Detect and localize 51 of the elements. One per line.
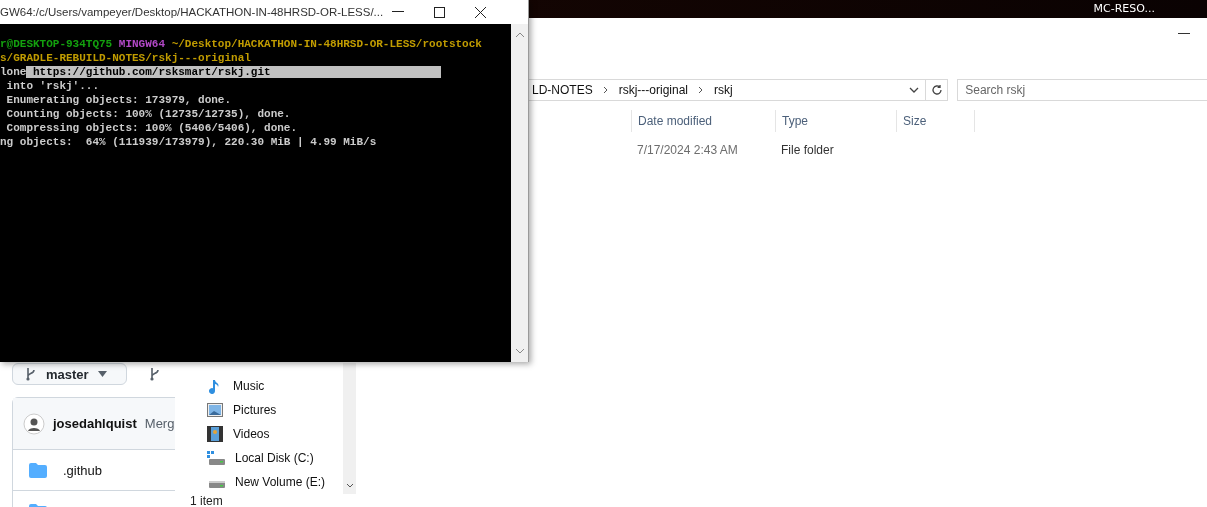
scroll-down-icon[interactable] [514,348,525,354]
refresh-button[interactable] [926,79,949,101]
film-icon [207,426,223,442]
breadcrumb-item[interactable]: rskj [714,83,733,97]
terminal-line: Compressing objects: 100% (5406/5406), done. [5,121,299,135]
branch-icon [25,367,37,381]
avatar-icon [23,412,45,435]
breadcrumb-item[interactable]: rskj---original [618,83,689,97]
nav-item[interactable]: Pictures [175,398,343,422]
address-bar[interactable]: LD-NOTES rskj---original rskj [528,79,927,101]
file-name[interactable]: .github [63,462,103,478]
chevron-icon [602,86,609,94]
minimize-icon[interactable] [392,11,404,13]
scrollbar[interactable] [511,24,528,362]
column-header[interactable]: Size [896,110,975,132]
maximize-icon[interactable] [434,6,445,18]
terminal-line: s/GRADLE-REBUILD-NOTES/rskj---original [0,51,252,65]
terminal-line: Counting objects: 100% (12735/12735), done. [5,107,292,121]
column-header[interactable]: Date modified [631,110,775,132]
nav-item[interactable]: Music [175,374,343,398]
search-field[interactable]: Search rskj [957,79,1207,101]
scrollbar[interactable] [343,363,356,494]
window-title: MC-RESO... [1093,1,1155,17]
branch-button[interactable]: master [12,363,127,385]
terminal-line: r@DESKTOP-934TQ75 MINGW64 ~/Desktop/HACKATHON-IN-48HRSD-OR-LESS/rootstock [0,37,483,51]
commit-message[interactable]: Merg [144,416,175,431]
window-title: GW64:/c/Users/vampeyer/Desktop/HACKATHON-IN-48HRSD-OR-LESS/... [0,6,385,18]
terminal-line: into 'rskj'... [5,79,101,93]
terminal-line: Enumerating objects: 173979, done. [5,93,233,107]
nav-item[interactable]: Videos [175,422,343,446]
caret-icon [97,371,107,377]
commit-author[interactable]: josedahlquist [53,416,137,431]
date-cell-text: 7/17/2024 2:43 AM [636,143,739,157]
column-header[interactable]: Type [775,110,896,132]
chevron-icon [698,86,705,94]
scroll-up-icon[interactable] [514,32,525,38]
scroll-down-icon[interactable] [345,483,354,488]
close-icon[interactable] [475,6,486,18]
breadcrumb-item[interactable]: LD-NOTES [532,83,593,97]
folder-icon [29,462,47,478]
status-text: 1 item [190,494,223,507]
terminal-line: ng objects: 64% (111939/173979), 220.30 MiB | 4.99 MiB/s [0,135,378,149]
nav-item[interactable]: Local Disk (C:) [175,446,343,470]
type-cell-text: File folder [780,143,835,157]
nav-item[interactable]: New Volume (E:) [175,470,343,494]
refresh-icon [930,84,943,96]
disk-drive-icon [207,451,225,465]
branch-icon[interactable] [149,367,161,381]
minimize-icon[interactable] [1178,33,1190,35]
dropdown-icon[interactable] [909,87,920,93]
picture-icon [207,403,223,417]
